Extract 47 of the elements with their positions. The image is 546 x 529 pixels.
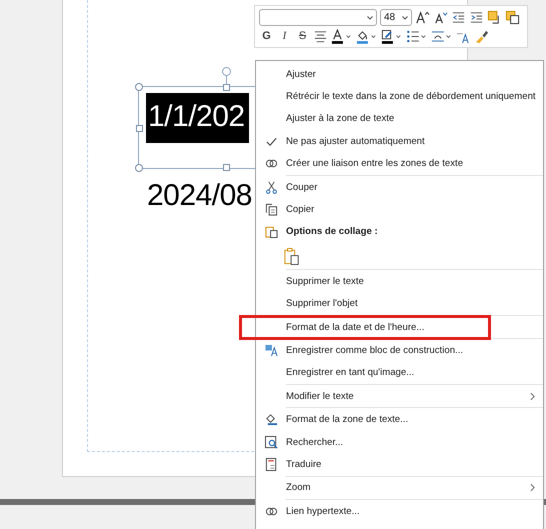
- format-painter-icon[interactable]: [474, 29, 489, 44]
- picture-text-icon: [264, 344, 278, 357]
- paste-options-heading: Options de collage :: [286, 226, 378, 238]
- menu-item[interactable]: Zoom: [256, 476, 543, 500]
- dropdown-caret-icon[interactable]: [402, 16, 408, 20]
- menu-item[interactable]: Enregistrer comme bloc de construction...: [256, 339, 543, 362]
- font-color-icon[interactable]: [331, 29, 353, 44]
- shrink-font-icon[interactable]: [433, 10, 448, 25]
- center-align-icon[interactable]: [313, 29, 328, 44]
- menu-item[interactable]: Enregistrer en tant qu'image...: [256, 362, 543, 384]
- fill-color-icon[interactable]: [356, 29, 378, 44]
- date-field[interactable]: 1/1/202: [146, 93, 249, 143]
- increase-indent-icon[interactable]: [469, 10, 484, 25]
- bullets-icon[interactable]: [406, 29, 428, 44]
- grow-font-icon[interactable]: [415, 10, 430, 25]
- menu-item[interactable]: Modifier le texte: [256, 385, 543, 408]
- menu-item[interactable]: Copier: [256, 198, 543, 221]
- font-size-dropdown[interactable]: 48: [380, 9, 412, 26]
- menu-item[interactable]: Supprimer l'objet: [256, 292, 543, 315]
- search-icon: [264, 436, 278, 449]
- outline-color-icon[interactable]: [381, 29, 403, 44]
- line-spacing-icon[interactable]: [431, 29, 453, 44]
- menu-item[interactable]: Format de la zone de texte...: [256, 408, 543, 431]
- menu-item[interactable]: Ajuster à la zone de texte: [256, 108, 543, 130]
- menu-item[interactable]: Rechercher...: [256, 430, 543, 454]
- strikethrough-button[interactable]: S: [295, 29, 310, 44]
- menu-item[interactable]: Supprimer le texte: [256, 270, 543, 293]
- font-size-field[interactable]: 48: [384, 10, 402, 24]
- menu-item[interactable]: Créer une liaison entre les zones de texte: [256, 152, 543, 175]
- document-icon: [264, 458, 278, 471]
- decrease-indent-icon[interactable]: [451, 10, 466, 25]
- date-text: 2024/08: [147, 178, 252, 214]
- send-backward-icon[interactable]: [505, 10, 520, 25]
- paste-keep-source-icon[interactable]: [284, 246, 300, 266]
- copy-icon: [264, 203, 278, 216]
- menu-item[interactable]: Ne pas ajuster automatiquement: [256, 130, 543, 153]
- menu-item[interactable]: Traduire: [256, 453, 543, 476]
- menu-item[interactable]: Ajuster: [256, 63, 543, 86]
- menu-item[interactable]: Rétrécir le texte dans la zone de débordement uniquement: [256, 85, 543, 108]
- paint-bucket-icon: [264, 413, 278, 426]
- menu-item[interactable]: Couper: [256, 176, 543, 198]
- menu-item[interactable]: Lien hypertexte...: [256, 500, 543, 522]
- italic-button[interactable]: I: [277, 29, 292, 44]
- dropdown-caret-icon[interactable]: [367, 16, 373, 20]
- scissors-icon: [264, 180, 278, 194]
- bold-button[interactable]: G: [259, 29, 274, 44]
- clipboard-icon: [264, 225, 278, 238]
